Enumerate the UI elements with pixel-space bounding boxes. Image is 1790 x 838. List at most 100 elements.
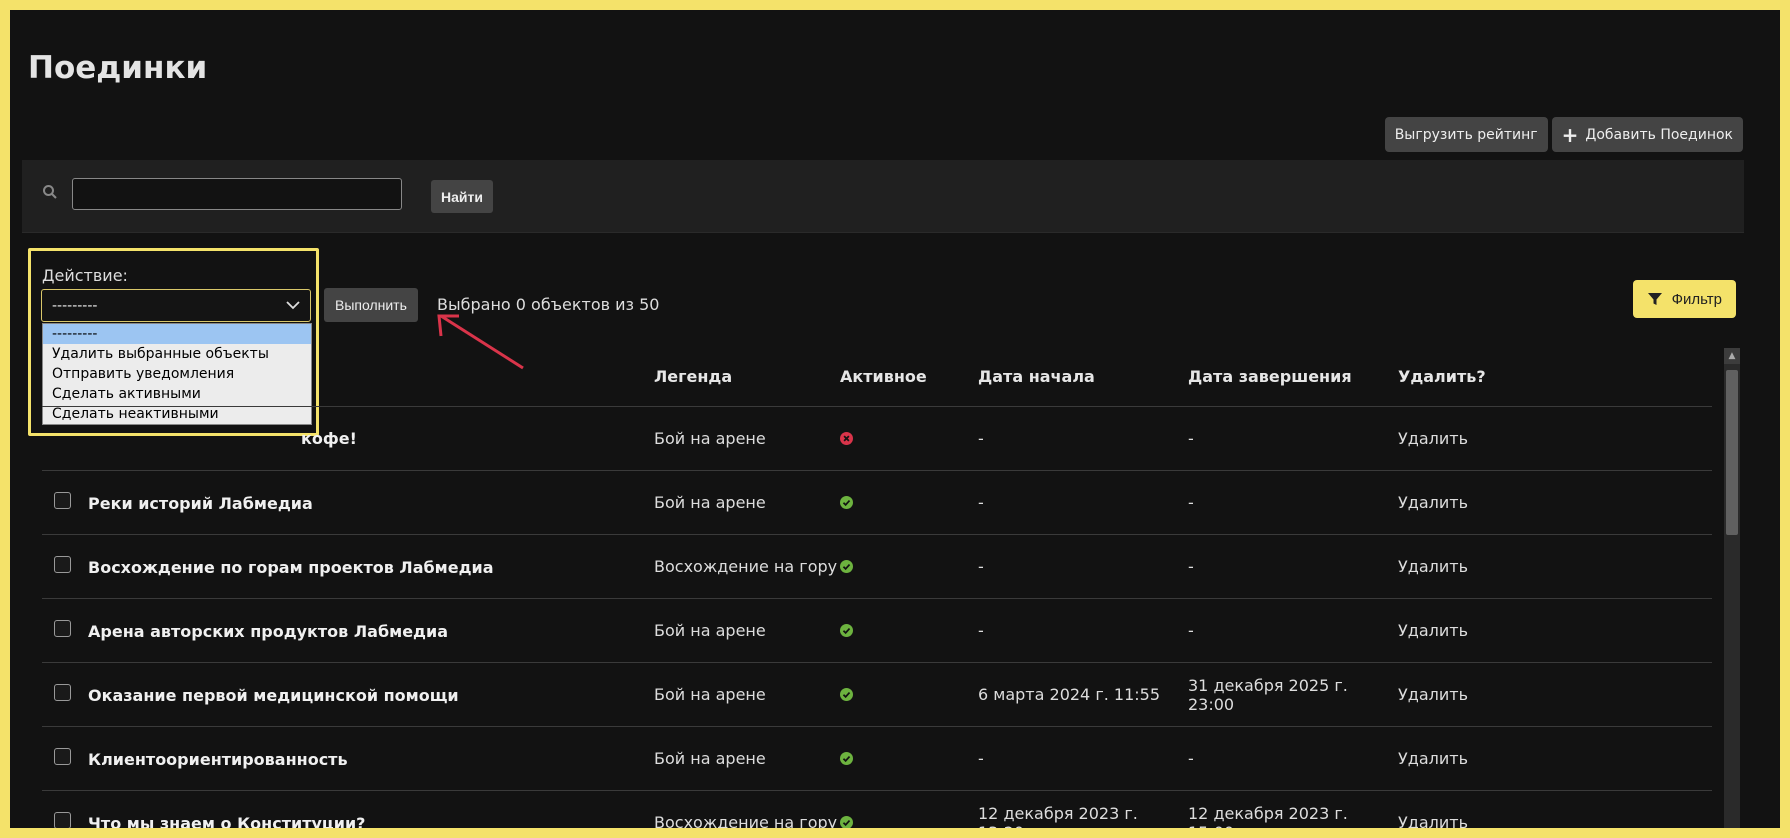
row-title-cell: Что мы знаем о Конституции?: [42, 790, 654, 828]
row-title[interactable]: Восхождение по горам проектов Лабмедиа: [88, 558, 494, 577]
row-title[interactable]: Оказание первой медицинской помощи: [88, 686, 459, 705]
row-end-date: -: [1188, 534, 1398, 599]
row-delete-link[interactable]: Удалить: [1398, 662, 1712, 727]
row-title[interactable]: кофе!: [301, 429, 357, 448]
row-start-date: -: [978, 598, 1188, 663]
row-title-cell: Реки историй Лабмедиа: [42, 470, 654, 535]
row-end-date: -: [1188, 598, 1398, 663]
app-window: Поединки Выгрузить рейтинг + Добавить Пое…: [10, 10, 1780, 828]
table-header: Легенда Активное Дата начала Дата заверш…: [42, 346, 1712, 407]
search-toolbar: Найти: [22, 160, 1744, 233]
active-check-icon: [840, 496, 853, 509]
row-title[interactable]: Реки историй Лабмедиа: [88, 494, 313, 513]
col-end-date[interactable]: Дата завершения: [1188, 346, 1398, 407]
row-legend: Восхождение на гору: [654, 790, 840, 828]
chevron-down-icon: [286, 301, 300, 310]
row-delete-link[interactable]: Удалить: [1398, 534, 1712, 599]
row-title-cell: Клиентоориентированность: [42, 726, 654, 791]
top-actions: Выгрузить рейтинг + Добавить Поединок: [1384, 117, 1743, 152]
row-delete-link[interactable]: Удалить: [1398, 598, 1712, 663]
table-row: Что мы знаем о Конституции? Восхождение …: [42, 790, 1712, 828]
row-checkbox[interactable]: [54, 812, 71, 828]
row-checkbox[interactable]: [54, 492, 71, 509]
col-title: [42, 346, 654, 407]
row-title[interactable]: Что мы знаем о Конституции?: [88, 814, 365, 828]
funnel-icon: [1647, 293, 1662, 305]
table-row: Клиентоориентированность Бой на арене - …: [42, 726, 1712, 791]
row-start-date: 6 марта 2024 г. 11:55: [978, 662, 1188, 727]
add-duel-button[interactable]: + Добавить Поединок: [1551, 117, 1743, 152]
active-check-icon: [840, 624, 853, 637]
row-active: [840, 790, 978, 828]
table-scrollbar[interactable]: ▲: [1724, 348, 1740, 828]
row-delete-link[interactable]: Удалить: [1398, 726, 1712, 791]
col-delete: Удалить?: [1398, 366, 1486, 386]
row-start-date: -: [978, 534, 1188, 599]
table-row: Оказание первой медицинской помощи Бой н…: [42, 662, 1712, 727]
row-checkbox[interactable]: [54, 748, 71, 765]
search-icon: [43, 185, 57, 199]
row-legend: Бой на арене: [654, 406, 840, 471]
row-start-date: -: [978, 406, 1188, 471]
row-legend: Бой на арене: [654, 726, 840, 791]
row-checkbox[interactable]: [54, 620, 71, 637]
row-end-date: 31 декабря 2025 г. 23:00: [1188, 662, 1398, 727]
active-check-icon: [840, 688, 853, 701]
active-check-icon: [840, 816, 853, 828]
action-label: Действие:: [42, 266, 128, 285]
export-rating-button[interactable]: Выгрузить рейтинг: [1384, 117, 1548, 152]
table-row: кофе! Бой на арене - - Удалить: [42, 406, 1712, 471]
inactive-x-icon: [840, 432, 853, 445]
row-active: [840, 726, 978, 791]
row-legend: Восхождение на гору: [654, 534, 840, 599]
row-title[interactable]: Арена авторских продуктов Лабмедиа: [88, 622, 448, 641]
row-delete-link[interactable]: Удалить: [1398, 470, 1712, 535]
row-end-date: -: [1188, 726, 1398, 791]
row-title-cell: кофе!: [42, 406, 654, 471]
row-title-cell: Арена авторских продуктов Лабмедиа: [42, 598, 654, 663]
row-active: [840, 470, 978, 535]
row-start-date: -: [978, 726, 1188, 791]
scroll-up-arrow-icon[interactable]: ▲: [1724, 348, 1740, 364]
search-input[interactable]: [72, 178, 402, 210]
active-check-icon: [840, 560, 853, 573]
row-end-date: -: [1188, 406, 1398, 471]
duels-table: Легенда Активное Дата начала Дата заверш…: [42, 346, 1712, 828]
search-button[interactable]: Найти: [431, 180, 493, 213]
row-checkbox[interactable]: [54, 556, 71, 573]
page-title: Поединки: [28, 50, 208, 86]
row-delete-link[interactable]: Удалить: [1398, 406, 1712, 471]
row-start-date: -: [978, 470, 1188, 535]
export-rating-label: Выгрузить рейтинг: [1394, 126, 1538, 143]
row-active: [840, 598, 978, 663]
action-select[interactable]: ---------: [41, 289, 311, 322]
filter-label: Фильтр: [1671, 290, 1722, 308]
row-title[interactable]: Клиентоориентированность: [88, 750, 348, 769]
row-checkbox[interactable]: [54, 684, 71, 701]
action-select-value: ---------: [52, 297, 98, 314]
table-row: Арена авторских продуктов Лабмедиа Бой н…: [42, 598, 1712, 663]
table-row: Восхождение по горам проектов Лабмедиа В…: [42, 534, 1712, 599]
row-start-date: 12 декабря 2023 г. 13:20: [978, 790, 1188, 828]
table-row: Реки историй Лабмедиа Бой на арене - - У…: [42, 470, 1712, 535]
row-active: [840, 662, 978, 727]
active-check-icon: [840, 752, 853, 765]
col-active[interactable]: Активное: [840, 346, 978, 407]
scroll-thumb[interactable]: [1726, 370, 1738, 535]
row-delete-link[interactable]: Удалить: [1398, 790, 1712, 828]
row-legend: Бой на арене: [654, 662, 840, 727]
row-title-cell: Оказание первой медицинской помощи: [42, 662, 654, 727]
row-legend: Бой на арене: [654, 598, 840, 663]
row-title-cell: Восхождение по горам проектов Лабмедиа: [42, 534, 654, 599]
row-end-date: -: [1188, 470, 1398, 535]
plus-icon: +: [1561, 122, 1579, 147]
row-active: [840, 534, 978, 599]
col-legend[interactable]: Легенда: [654, 346, 840, 407]
execute-button[interactable]: Выполнить: [324, 288, 418, 322]
col-start-date[interactable]: Дата начала: [978, 346, 1188, 407]
dropdown-option-empty[interactable]: ---------: [43, 324, 311, 344]
add-duel-label: Добавить Поединок: [1585, 126, 1733, 143]
filter-button[interactable]: Фильтр: [1632, 280, 1736, 318]
row-active: [840, 406, 978, 471]
row-legend: Бой на арене: [654, 470, 840, 535]
